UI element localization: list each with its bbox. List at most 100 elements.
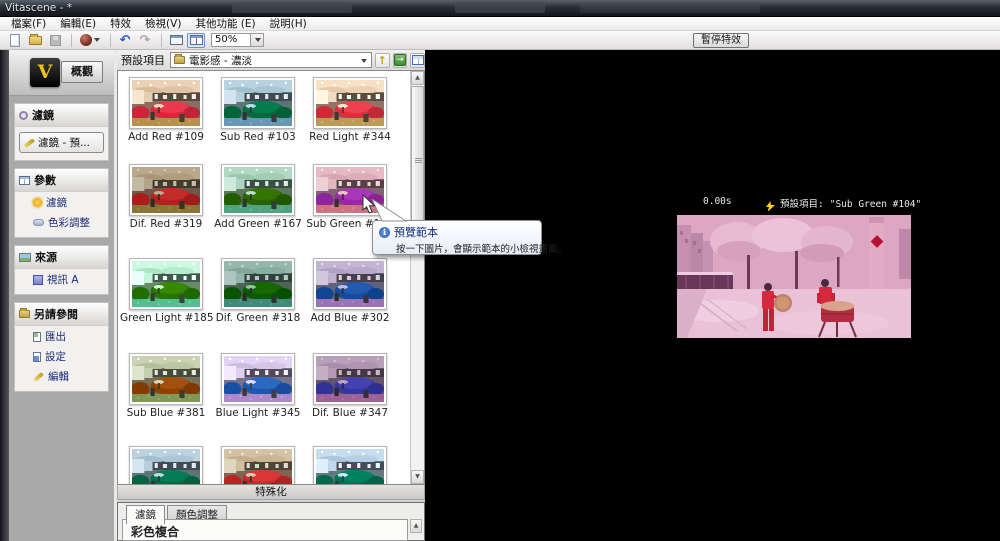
preset-thumbnail[interactable] <box>129 353 203 405</box>
preset-item[interactable]: Sub Red #103 <box>212 77 304 143</box>
sidebar-item[interactable]: 色彩調整 <box>15 212 108 232</box>
single-view-button[interactable] <box>167 33 185 48</box>
sphere-icon <box>80 34 92 46</box>
menu-item-0[interactable]: 檔案(F) <box>4 16 53 31</box>
open-project-button[interactable] <box>26 33 44 48</box>
menu-item-5[interactable]: 說明(H) <box>263 16 314 31</box>
menu-item-2[interactable]: 特效 <box>103 16 138 31</box>
preset-thumbnail-image <box>132 167 200 213</box>
sidebar-section-3: 另請參閱匯出設定編輯 <box>14 302 109 392</box>
preview-preset-label: 預設項目:"Sub Green #104" <box>780 196 921 210</box>
sidebar-item-label: 設定 <box>45 349 66 364</box>
new-document-icon <box>10 34 20 47</box>
sidebar-item[interactable]: 設定 <box>15 346 108 366</box>
preset-item[interactable]: Dif. Blue #347 <box>304 353 396 419</box>
preset-thumbnail-image <box>316 80 384 126</box>
preset-thumbnail[interactable] <box>221 353 295 405</box>
scroll-down-button[interactable]: ▼ <box>411 470 424 484</box>
preset-thumbnail[interactable] <box>221 446 295 485</box>
sidebar-item[interactable]: 濾鏡 - 預... <box>19 132 104 153</box>
properties-scrollbar[interactable]: ▲ <box>410 519 423 540</box>
dual-view-button[interactable] <box>187 33 205 48</box>
preset-scrollbar[interactable]: ▲ ▼ <box>410 71 424 484</box>
menu-item-4[interactable]: 其他功能 (E) <box>188 16 262 31</box>
preset-category-dropdown[interactable]: 電影感 - 濃淡 <box>170 52 372 68</box>
sidebar-item-label: 色彩調整 <box>48 215 90 230</box>
grid-view-icon <box>412 55 424 65</box>
preset-item[interactable] <box>212 446 304 485</box>
preset-thumbnail[interactable] <box>313 446 387 485</box>
sidebar-item[interactable]: 匯出 <box>15 326 108 346</box>
preview-workspace: 0.00s 預設項目:"Sub Green #104" <box>425 50 1000 541</box>
preview-tooltip: i 預覽範本 按一下圖片，會顯示範本的小檢視畫面。 <box>372 220 542 255</box>
scroll-up-button[interactable]: ▲ <box>411 71 424 85</box>
preset-thumbnail[interactable] <box>313 258 387 310</box>
preset-item[interactable] <box>120 446 212 485</box>
menu-item-1[interactable]: 編輯(E) <box>53 16 103 31</box>
vitascene-logo: V <box>30 58 60 87</box>
preset-panel: 預設項目 電影感 - 濃淡 ↑ → Add Red #109Sub Red #1… <box>117 50 425 541</box>
preset-thumbnail-image <box>132 356 200 402</box>
menu-item-3[interactable]: 檢視(V) <box>138 16 188 31</box>
folder-up-button[interactable]: ↑ <box>375 53 390 68</box>
sidebar-item[interactable]: 編輯 <box>15 366 108 386</box>
toolbar-separator <box>110 34 111 47</box>
preset-item[interactable]: Add Blue #302 <box>304 258 396 324</box>
preset-item[interactable]: Add Green #167 <box>212 164 304 230</box>
up-arrow-icon: ↑ <box>378 55 387 66</box>
sidebar-item[interactable]: 視訊 A <box>15 269 108 289</box>
scrollbar-thumb[interactable] <box>411 86 424 238</box>
sidebar: V 概觀 濾鏡濾鏡 - 預...參數濾鏡色彩調整來源視訊 A另請參閱匯出設定編輯 <box>9 50 117 541</box>
export-icon <box>33 332 41 342</box>
pause-effect-button[interactable]: 暫停特效 <box>693 33 749 48</box>
preset-thumbnail-image <box>132 449 200 485</box>
preset-thumbnail[interactable] <box>129 77 203 129</box>
scroll-up-button[interactable]: ▲ <box>410 519 422 533</box>
preset-thumbnail[interactable] <box>313 353 387 405</box>
preset-item[interactable] <box>304 446 396 485</box>
info-icon: i <box>379 227 390 238</box>
preview-label-text: 預設項目: <box>780 199 824 210</box>
preset-thumbnail[interactable] <box>129 258 203 310</box>
sidebar-section-title: 來源 <box>35 249 57 265</box>
apply-preset-button[interactable]: → <box>393 53 408 68</box>
preset-grid: Add Red #109Sub Red #103Red Light #344 Di… <box>117 70 425 485</box>
redo-icon: ↷ <box>140 35 151 46</box>
undo-button[interactable]: ↶ <box>116 33 134 48</box>
preset-thumbnail-image <box>316 449 384 485</box>
zoom-value-input[interactable]: 50% <box>211 33 251 47</box>
overview-button[interactable]: 概觀 <box>61 61 103 83</box>
preset-thumbnail[interactable] <box>313 77 387 129</box>
settings-icon <box>33 352 41 362</box>
preset-item[interactable]: Green Light #185 <box>120 258 212 324</box>
preset-category-value: 電影感 - 濃淡 <box>189 53 252 68</box>
save-project-button[interactable] <box>46 33 64 48</box>
preset-thumbnail[interactable] <box>221 77 295 129</box>
sidebar-item[interactable]: 濾鏡 <box>15 192 108 212</box>
zoom-dropdown-button[interactable] <box>251 33 264 47</box>
redo-button[interactable]: ↷ <box>136 33 154 48</box>
tab-0[interactable]: 濾鏡 <box>126 505 165 524</box>
video-preview[interactable] <box>677 211 911 345</box>
preset-item[interactable]: Add Red #109 <box>120 77 212 143</box>
preview-time: 0.00s <box>703 196 732 207</box>
preset-thumbnail[interactable] <box>129 164 203 216</box>
preset-label: Dif. Red #319 <box>120 218 212 230</box>
preset-thumbnail[interactable] <box>221 258 295 310</box>
preset-thumbnail-image <box>316 261 384 307</box>
view-options-button[interactable] <box>410 53 425 68</box>
preset-label: Add Blue #302 <box>304 312 396 324</box>
preset-item[interactable]: Sub Blue #381 <box>120 353 212 419</box>
preset-item[interactable]: Dif. Green #318 <box>212 258 304 324</box>
new-project-button[interactable] <box>6 33 24 48</box>
specialization-band[interactable]: 特殊化 <box>117 485 425 500</box>
preset-item[interactable]: Red Light #344 <box>304 77 396 143</box>
preset-item[interactable]: Blue Light #345 <box>212 353 304 419</box>
zoom-combo: 50% <box>211 33 264 47</box>
preset-item[interactable]: Dif. Red #319 <box>120 164 212 230</box>
render-device-button[interactable] <box>77 33 103 48</box>
preset-thumbnail-image <box>132 80 200 126</box>
preset-thumbnail[interactable] <box>129 446 203 485</box>
preset-thumbnail[interactable] <box>221 164 295 216</box>
sidebar-section-header: 來源 <box>15 246 108 269</box>
